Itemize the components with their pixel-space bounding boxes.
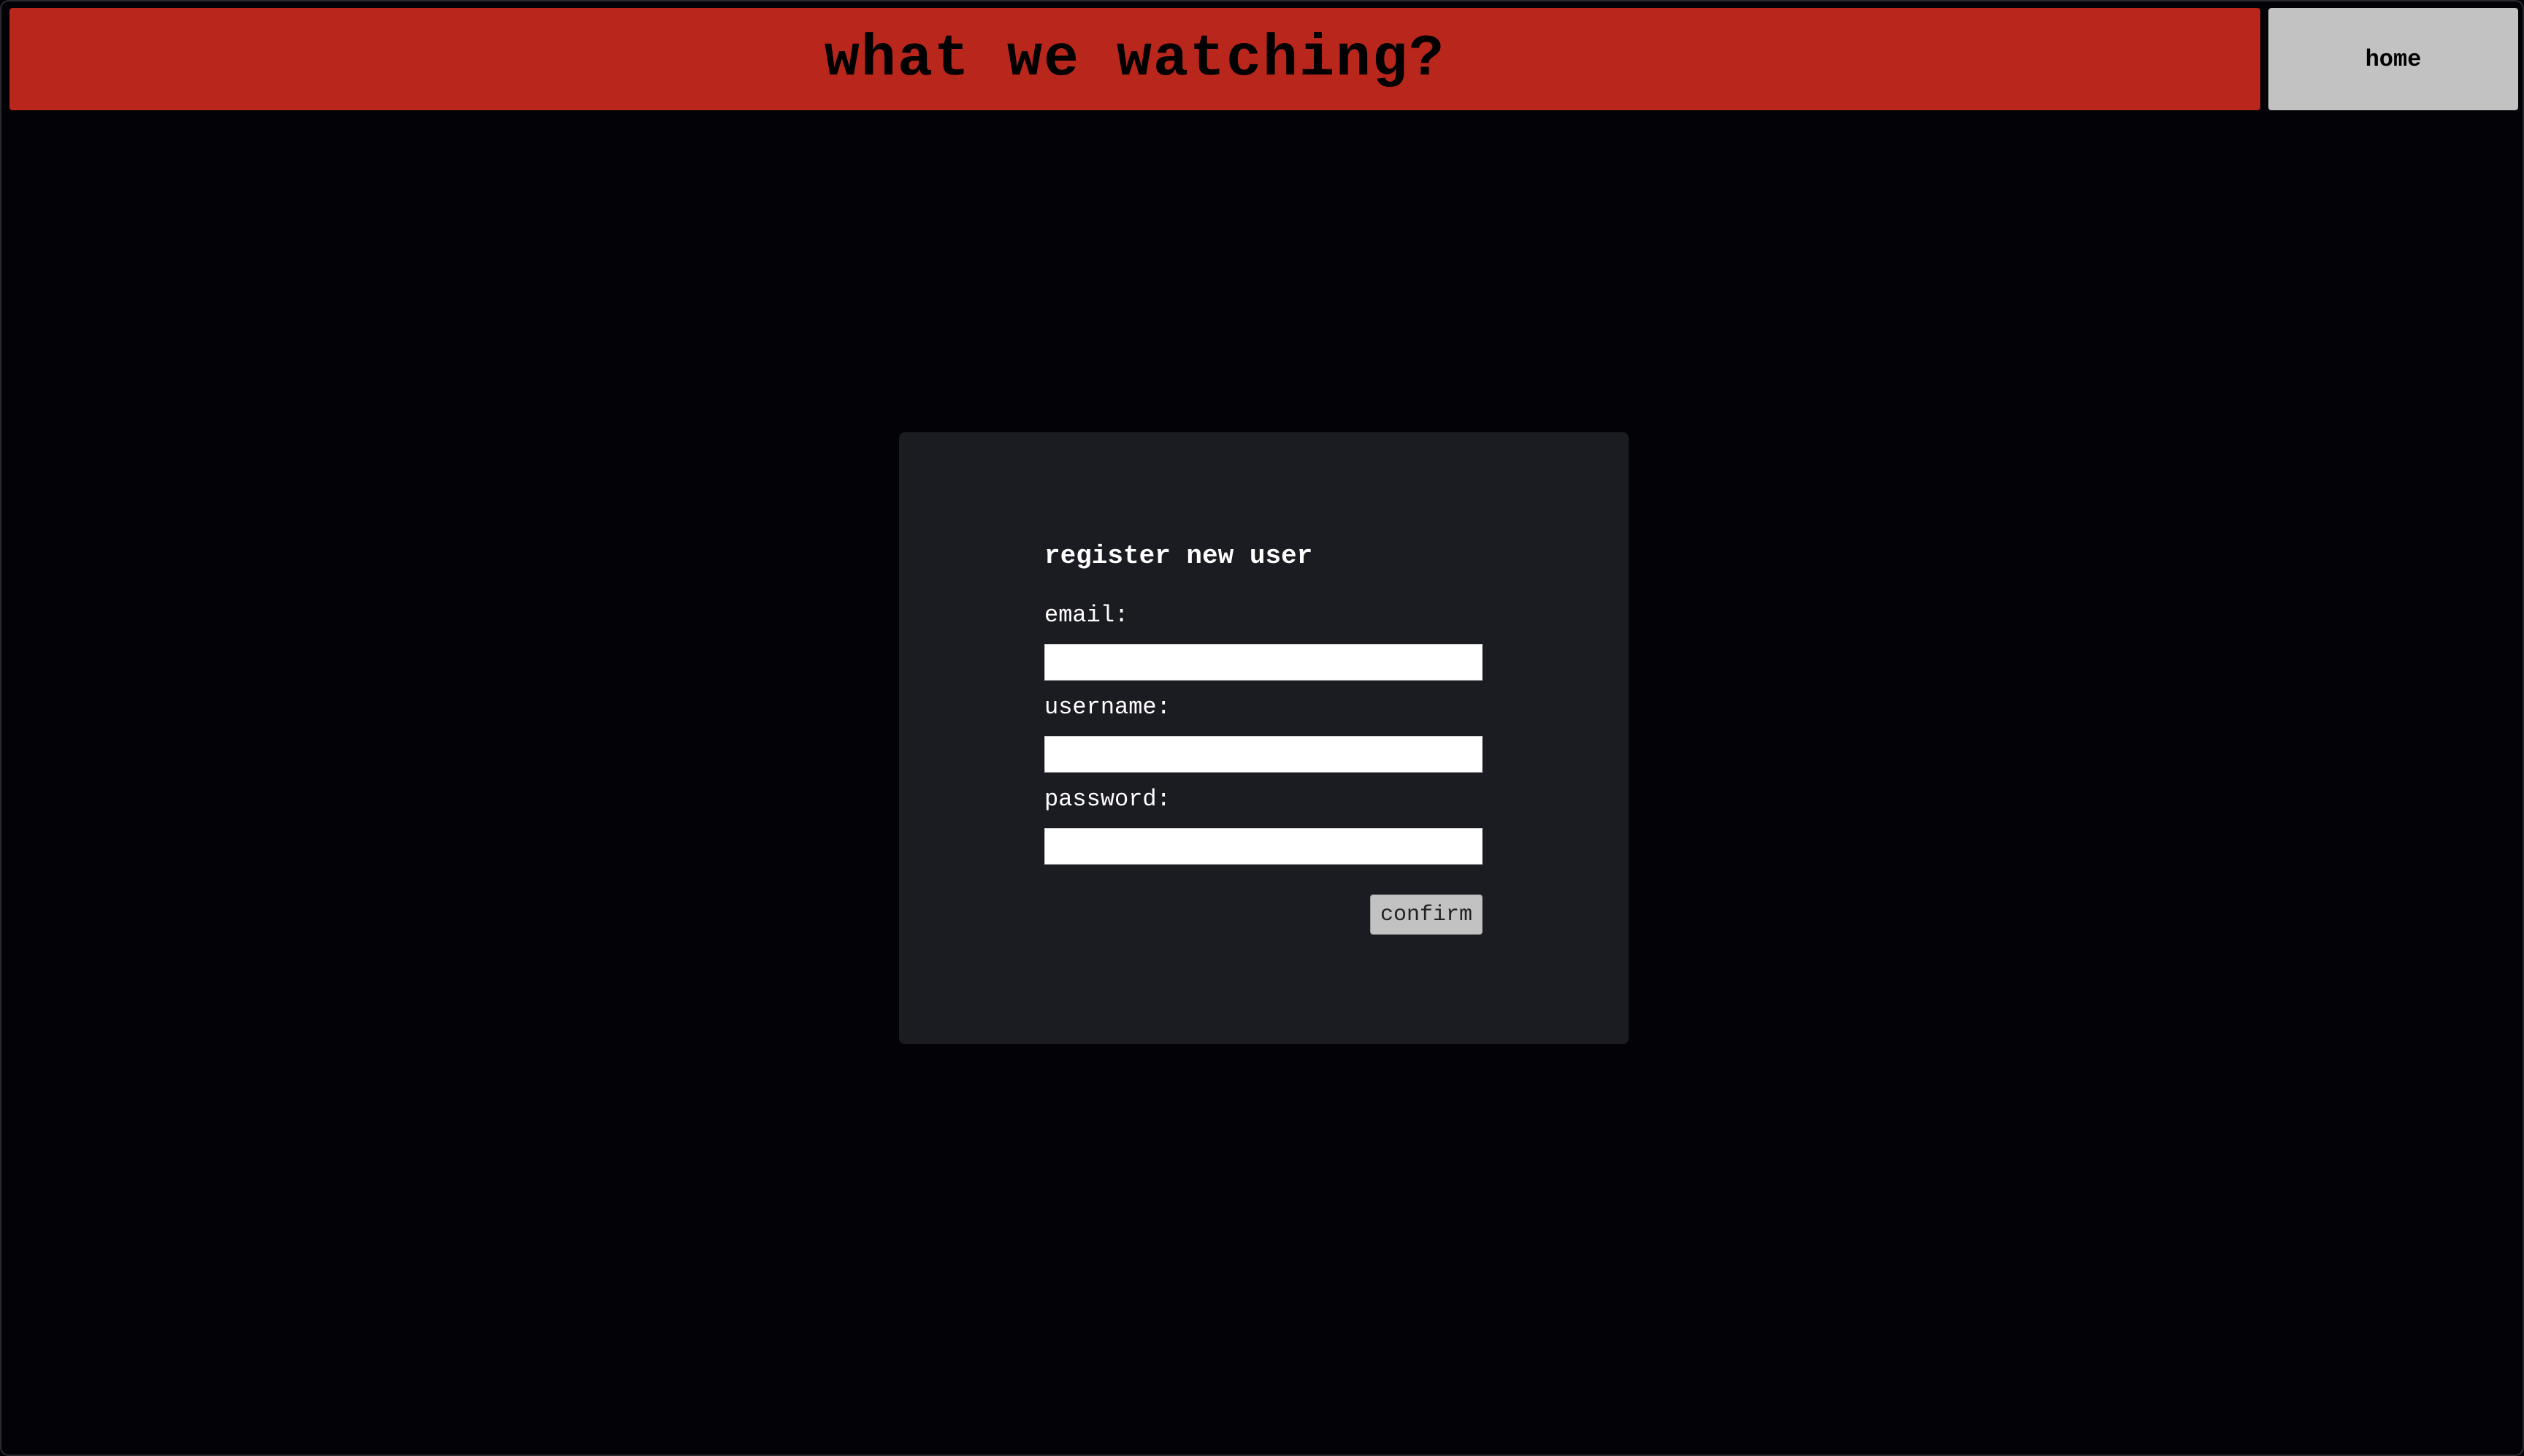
email-input[interactable] <box>1044 644 1483 681</box>
register-card: register new user email: username: passw… <box>899 432 1629 1044</box>
header-bar: what we watching? <box>9 8 2260 110</box>
site-title: what we watching? <box>824 26 1446 93</box>
app-window: what we watching? home register new user… <box>0 0 2524 1456</box>
username-input[interactable] <box>1044 736 1483 773</box>
form-title: register new user <box>1044 541 1313 571</box>
home-button[interactable]: home <box>2268 8 2518 110</box>
confirm-button[interactable]: confirm <box>1370 894 1483 935</box>
username-label: username: <box>1044 694 1171 721</box>
email-label: email: <box>1044 602 1129 629</box>
password-input[interactable] <box>1044 828 1483 865</box>
password-label: password: <box>1044 786 1171 813</box>
